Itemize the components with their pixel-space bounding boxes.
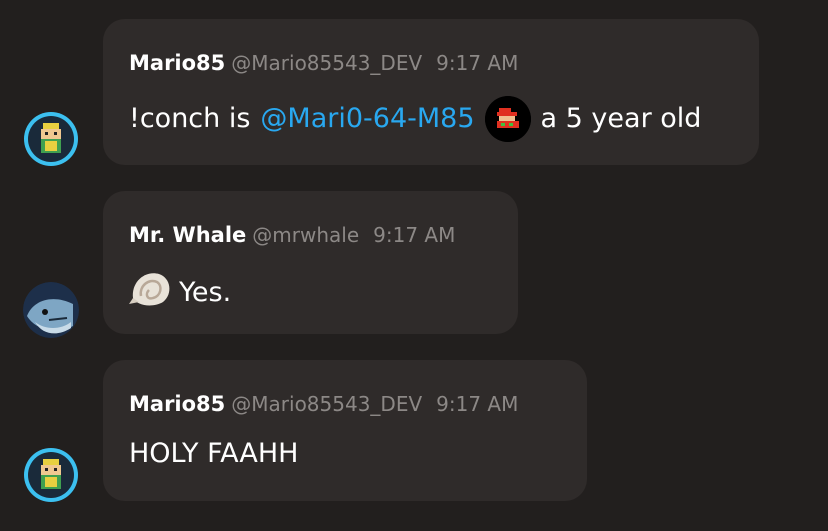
message-bubble: Mario85 @Mario85543_DEV 9:17 AM HOLY FAAHH	[103, 360, 587, 501]
message-body: !conch is @Mari0-64-M85 a 5 year old	[129, 96, 701, 142]
message-body: Yes.	[129, 268, 231, 317]
author-handle[interactable]: @Mario85543_DEV	[231, 392, 422, 416]
author-name[interactable]: Mario85	[129, 51, 225, 75]
user-mention[interactable]: @Mari0-64-M85	[260, 102, 474, 136]
pixel-mario-icon[interactable]	[23, 447, 79, 503]
whale-icon[interactable]	[23, 282, 79, 338]
message-header: Mario85 @Mario85543_DEV 9:17 AM	[129, 49, 518, 77]
message-bubble: Mr. Whale @mrwhale 9:17 AM Yes.	[103, 191, 518, 334]
message-text: HOLY FAAHH	[129, 438, 299, 469]
message-timestamp: 9:17 AM	[436, 392, 519, 416]
message-timestamp: 9:17 AM	[373, 223, 456, 247]
author-handle[interactable]: @mrwhale	[252, 223, 359, 247]
author-name[interactable]: Mario85	[129, 392, 225, 416]
message-body: HOLY FAAHH	[129, 437, 298, 471]
message-timestamp: 9:17 AM	[436, 51, 519, 75]
spiral-shell-icon	[129, 268, 173, 317]
pixel-mario-emoji-icon	[484, 96, 531, 142]
message-bubble: Mario85 @Mario85543_DEV 9:17 AM !conch is …	[103, 19, 759, 165]
message-header: Mr. Whale @mrwhale 9:17 AM	[129, 221, 455, 249]
message-text: Yes.	[179, 276, 232, 308]
author-name[interactable]: Mr. Whale	[129, 223, 246, 247]
message-text: !conch is	[129, 103, 251, 134]
pixel-mario-icon[interactable]	[23, 111, 79, 167]
message-text: a 5 year old	[540, 103, 702, 134]
author-handle[interactable]: @Mario85543_DEV	[231, 51, 422, 75]
message-header: Mario85 @Mario85543_DEV 9:17 AM	[129, 390, 518, 418]
chat-log: Mario85 @Mario85543_DEV 9:17 AM !conch is …	[0, 0, 828, 531]
